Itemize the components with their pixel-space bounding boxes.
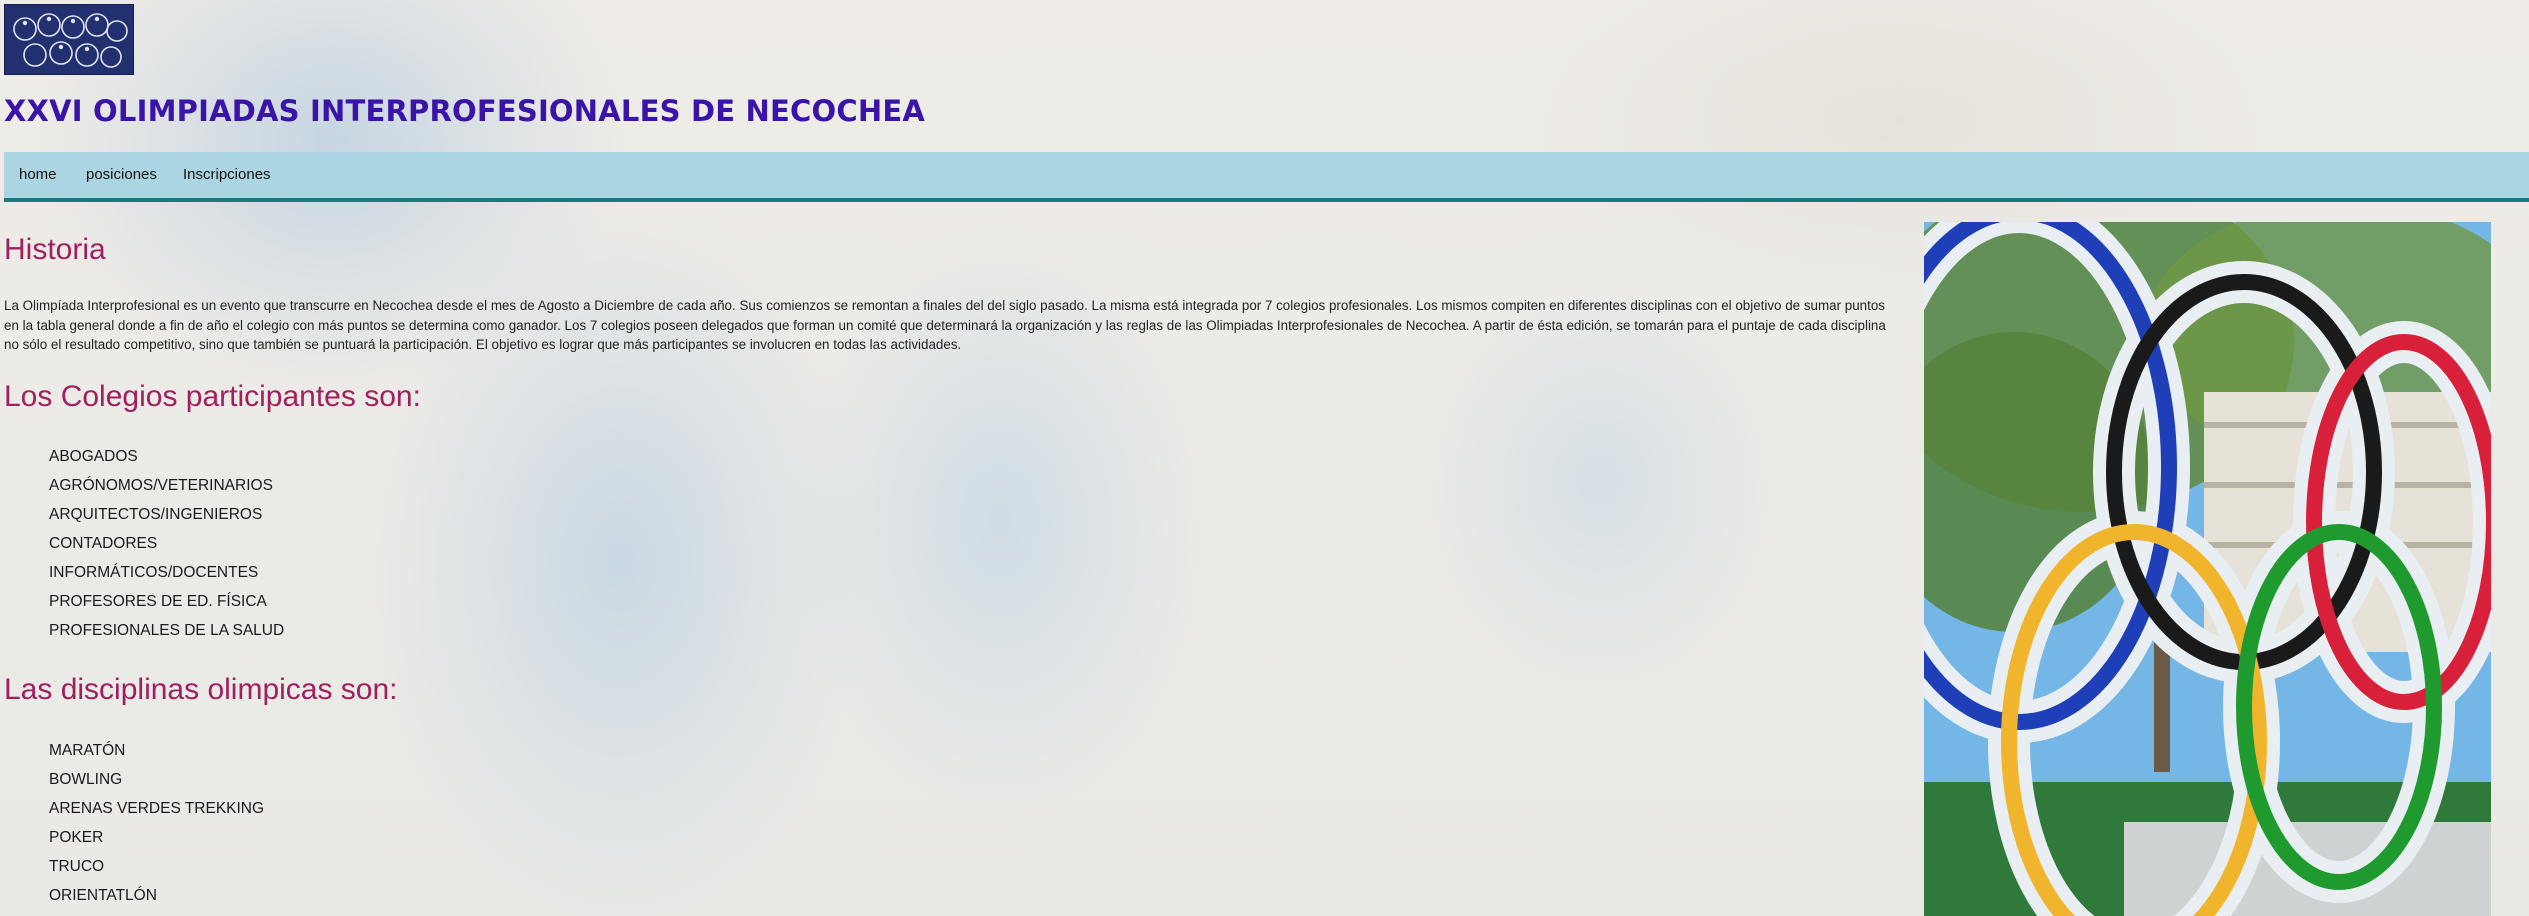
photo-graphic <box>1924 222 2491 916</box>
list-item: AGRÓNOMOS/VETERINARIOS <box>49 477 273 494</box>
list-item: PROFESORES DE ED. FÍSICA <box>49 593 267 610</box>
main-nav: home posiciones Inscripciones <box>4 152 2529 202</box>
list-item: MARATÓN <box>49 742 126 759</box>
colegios-heading: Los Colegios participantes son: <box>4 380 421 413</box>
disciplinas-list: MARATÓN BOWLING ARENAS VERDES TREKKING P… <box>49 736 264 910</box>
logo-graphic <box>5 5 133 74</box>
list-item: TRUCO <box>49 858 105 875</box>
list-item: CONTADORES <box>49 535 158 552</box>
olympic-rings-sculpture-photo <box>1924 222 2491 916</box>
colegios-list: ABOGADOS AGRÓNOMOS/VETERINARIOS ARQUITEC… <box>49 442 284 645</box>
site-title: XXVI OLIMPIADAS INTERPROFESIONALES DE NE… <box>4 94 925 128</box>
list-item: ORIENTATLÓN <box>49 887 157 904</box>
olympics-logo[interactable] <box>4 4 134 75</box>
list-item: INFORMÁTICOS/DOCENTES <box>49 564 259 581</box>
nav-inscripciones-link[interactable]: Inscripciones <box>183 166 271 183</box>
disciplinas-heading: Las disciplinas olimpicas son: <box>4 673 398 706</box>
list-item: POKER <box>49 829 104 846</box>
list-item: PROFESIONALES DE LA SALUD <box>49 622 285 639</box>
list-item: ARENAS VERDES TREKKING <box>49 800 265 817</box>
nav-posiciones-link[interactable]: posiciones <box>86 166 157 183</box>
historia-heading: Historia <box>4 233 106 266</box>
historia-paragraph: La Olimpíada Interprofesional es un even… <box>4 298 1886 352</box>
nav-home-link[interactable]: home <box>19 166 57 183</box>
list-item: ABOGADOS <box>49 448 138 465</box>
list-item: ARQUITECTOS/INGENIEROS <box>49 506 263 523</box>
list-item: BOWLING <box>49 771 123 788</box>
